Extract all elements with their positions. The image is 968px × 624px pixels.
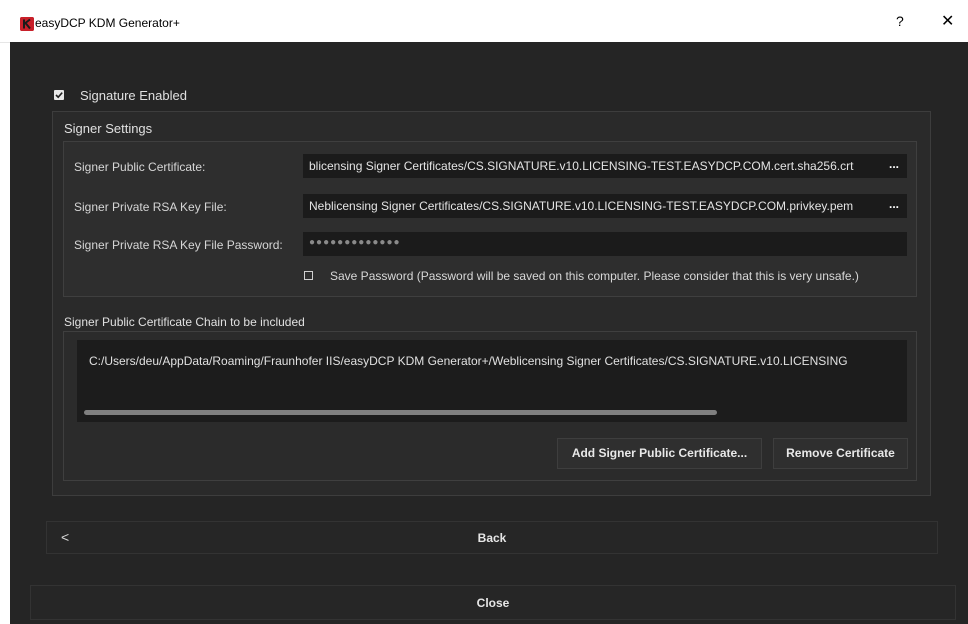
public-cert-label: Signer Public Certificate: <box>74 160 206 174</box>
save-password-checkbox[interactable] <box>304 271 313 280</box>
password-label: Signer Private RSA Key File Password: <box>74 238 283 252</box>
add-certificate-button[interactable]: Add Signer Public Certificate... <box>557 438 762 469</box>
certificate-chain-title: Signer Public Certificate Chain to be in… <box>64 315 305 329</box>
public-cert-value: blicensing Signer Certificates/CS.SIGNAT… <box>309 159 854 173</box>
title-bar: easyDCP KDM Generator+ ? ✕ <box>0 0 968 43</box>
remove-certificate-button[interactable]: Remove Certificate <box>773 438 908 469</box>
checkmark-icon <box>55 92 63 99</box>
window-title: easyDCP KDM Generator+ <box>35 16 180 30</box>
window-close-button[interactable]: ✕ <box>941 11 954 31</box>
back-label: Back <box>477 531 507 545</box>
certificate-chain-list[interactable]: C:/Users/deu/AppData/Roaming/Fraunhofer … <box>77 340 907 422</box>
back-button[interactable]: < Back <box>46 521 938 554</box>
help-button[interactable]: ? <box>896 13 904 29</box>
private-key-label: Signer Private RSA Key File: <box>74 200 227 214</box>
password-field[interactable]: ●●●●●●●●●●●●● <box>303 232 907 256</box>
signer-settings-title: Signer Settings <box>64 121 153 136</box>
password-mask: ●●●●●●●●●●●●● <box>309 237 401 248</box>
signature-enabled-checkbox[interactable] <box>54 90 64 100</box>
list-item[interactable]: C:/Users/deu/AppData/Roaming/Fraunhofer … <box>89 354 848 368</box>
close-button[interactable]: Close <box>30 585 956 620</box>
save-password-label: Save Password (Password will be saved on… <box>330 269 859 283</box>
private-key-field[interactable]: Neblicensing Signer Certificates/CS.SIGN… <box>303 194 907 218</box>
scrollbar-thumb[interactable] <box>84 410 717 415</box>
public-cert-browse-button[interactable]: ... <box>881 154 907 178</box>
close-label: Close <box>476 596 510 610</box>
private-key-value: Neblicensing Signer Certificates/CS.SIGN… <box>309 199 854 213</box>
app-logo-icon <box>20 17 34 31</box>
public-cert-field[interactable]: blicensing Signer Certificates/CS.SIGNAT… <box>303 154 907 178</box>
signature-enabled-label: Signature Enabled <box>80 88 187 103</box>
private-key-browse-button[interactable]: ... <box>881 194 907 218</box>
